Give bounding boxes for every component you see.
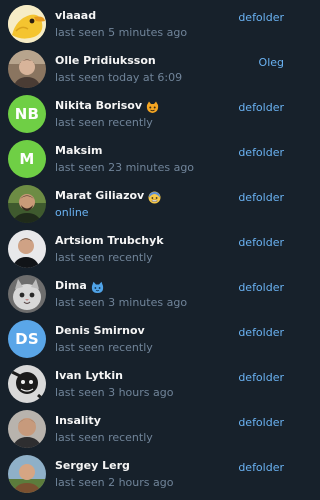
member-role: defolder [238,101,284,114]
member-status: last seen 23 minutes ago [55,161,195,174]
member-name: Nikita Borisov [55,98,142,112]
member-role: defolder [238,371,284,384]
member-name-line: Denis Smirnov [55,322,145,338]
member-name: Marat Giliazov [55,188,145,202]
member-role: defolder [238,416,284,429]
member-name: Olle Pridiuksson [55,53,156,67]
member-name-line: Sergey Lerg [55,457,130,473]
member-status: last seen recently [55,251,153,264]
member-name: Maksim [55,143,103,157]
initials-avatar: DS [8,320,46,358]
member-name: Sergey Lerg [55,458,130,472]
member-name-line: Ivan Lytkin [55,367,123,383]
member-row[interactable]: vlaaad last seen 5 minutes ago defolder [0,2,296,47]
member-row[interactable]: Olle Pridiuksson last seen today at 6:09… [0,47,296,92]
member-role: defolder [238,11,284,24]
member-role: defolder [238,461,284,474]
photo-avatar-icon [8,455,46,493]
cat-face-icon [146,99,159,113]
member-status: last seen today at 6:09 [55,71,183,84]
photo-avatar-icon [8,230,46,268]
photo-avatar-icon [8,50,46,88]
member-name-line: Insality [55,412,101,428]
member-status: last seen 3 hours ago [55,386,174,399]
member-row[interactable]: DS Denis Smirnov last seen recently defo… [0,317,296,362]
initials-avatar: M [8,140,46,178]
member-role: defolder [238,236,284,249]
member-row[interactable]: Marat Giliazov online defolder [0,182,296,227]
member-role: defolder [238,326,284,339]
photo-avatar-icon [8,410,46,448]
member-name-line: Olle Pridiuksson [55,52,156,68]
member-row[interactable]: Artsiom Trubchyk last seen recently defo… [0,227,296,272]
member-name: Dima [55,278,87,292]
member-list: vlaaad last seen 5 minutes ago defolder … [0,0,296,500]
member-status: last seen 2 hours ago [55,476,174,489]
cat-icon [91,279,104,293]
member-role: defolder [238,191,284,204]
avatar-initials: NB [14,105,40,123]
member-name-line: Marat Giliazov [55,187,161,203]
member-row[interactable]: NB Nikita Borisov last seen recently def… [0,92,296,137]
member-role: Oleg [258,56,284,69]
initials-avatar: NB [8,95,46,133]
member-role: defolder [238,146,284,159]
member-row[interactable]: Ivan Lytkin last seen 3 hours ago defold… [0,362,296,407]
member-name-line: Maksim [55,142,102,158]
member-name-line: Dima [55,277,104,293]
member-name-line: Nikita Borisov [55,97,159,113]
member-status: last seen recently [55,116,153,129]
photo-avatar-icon [8,185,46,223]
member-status: last seen recently [55,431,153,444]
duck-photo-avatar-icon [8,5,46,43]
member-row[interactable]: M Maksim last seen 23 minutes ago defold… [0,137,296,182]
member-role: defolder [238,281,284,294]
member-row[interactable]: Dima last seen 3 minutes ago defolder [0,272,296,317]
member-status: last seen 3 minutes ago [55,296,188,309]
member-status: online [55,206,89,219]
member-row[interactable]: Insality last seen recently defolder [0,407,296,452]
monochrome-photo-avatar-icon [8,365,46,403]
member-row[interactable]: Sergey Lerg last seen 2 hours ago defold… [0,452,296,497]
member-name: Artsiom Trubchyk [55,233,164,247]
cat-photo-avatar-icon [8,275,46,313]
member-name: Insality [55,413,101,427]
member-status: last seen recently [55,341,153,354]
avatar-initials: M [19,150,35,168]
member-name-line: Artsiom Trubchyk [55,232,164,248]
member-name-line: vlaaad [55,7,96,23]
member-name: Denis Smirnov [55,323,145,337]
member-status: last seen 5 minutes ago [55,26,188,39]
member-name: vlaaad [55,8,97,22]
avatar-initials: DS [15,330,39,348]
cold-sweat-face-icon [148,189,161,203]
member-name: Ivan Lytkin [55,368,123,382]
